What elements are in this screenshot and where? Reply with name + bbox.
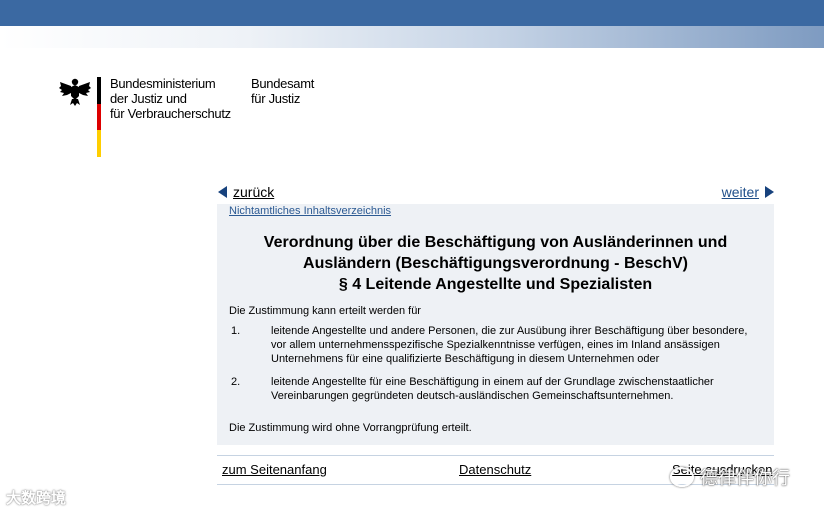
federal-eagle-icon	[59, 78, 91, 106]
watermark-right-text: 德律伴你行	[700, 468, 790, 488]
office-line: für Justiz	[251, 91, 301, 106]
ministry-logo[interactable]: Bundesministerium der Justiz und für Ver…	[58, 74, 358, 164]
list-item: 1. leitende Angestellte und andere Perso…	[229, 324, 764, 366]
content-panel: Nichtamtliches Inhaltsverzeichnis Verord…	[217, 204, 774, 445]
next-link[interactable]: weiter	[722, 184, 759, 200]
ministry-name: Bundesministerium der Justiz und für Ver…	[110, 76, 250, 121]
ministry-line: für Verbraucherschutz	[110, 106, 231, 121]
item-number: 2.	[231, 376, 241, 388]
watermark-left: 大数跨境	[6, 490, 67, 507]
intro-text: Die Zustimmung kann erteilt werden für	[229, 305, 421, 317]
item-list: 1. leitende Angestellte und andere Perso…	[229, 324, 764, 412]
outro-text: Die Zustimmung wird ohne Vorrangprüfung …	[229, 422, 472, 434]
ministry-line: der Justiz und	[110, 91, 187, 106]
arrow-left-icon[interactable]	[218, 186, 227, 198]
office-name: Bundesamt für Justiz	[251, 76, 351, 106]
section-title: § 4 Leitende Angestellte und Spezialiste…	[338, 276, 653, 293]
item-text: leitende Angestellte und andere Personen…	[271, 325, 748, 365]
title-line: Verordnung über die Beschäftigung von Au…	[263, 234, 728, 251]
list-item: 2. leitende Angestellte für eine Beschäf…	[229, 375, 764, 403]
page-title: Verordnung über die Beschäftigung von Au…	[217, 232, 774, 295]
top-banner	[0, 0, 824, 26]
toc-link[interactable]: Nichtamtliches Inhaltsverzeichnis	[229, 205, 391, 217]
wechat-icon	[670, 467, 694, 487]
back-link[interactable]: zurück	[233, 184, 274, 200]
watermark-right: 德律伴你行	[670, 464, 790, 490]
banner-gradient	[0, 26, 824, 48]
flag-bar	[97, 77, 101, 157]
next-nav[interactable]: weiter	[722, 184, 774, 200]
title-line: Ausländern (Beschäftigungsverordnung - B…	[303, 255, 688, 272]
privacy-link[interactable]: Datenschutz	[459, 462, 531, 477]
back-nav[interactable]: zurück	[218, 184, 274, 200]
back-to-top-link[interactable]: zum Seitenanfang	[222, 462, 327, 477]
office-line: Bundesamt	[251, 76, 315, 91]
ministry-line: Bundesministerium	[110, 76, 216, 91]
item-text: leitende Angestellte für eine Beschäftig…	[271, 376, 714, 402]
item-number: 1.	[231, 325, 241, 337]
arrow-right-icon[interactable]	[765, 186, 774, 198]
